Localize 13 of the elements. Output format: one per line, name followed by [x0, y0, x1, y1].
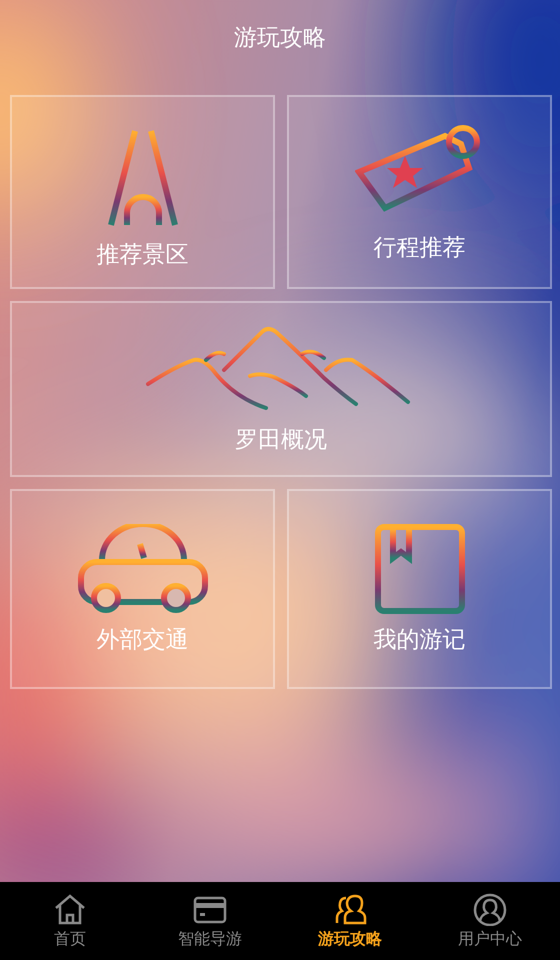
menu-tile[interactable]: 推荐景区	[10, 95, 275, 289]
tab[interactable]: 智能导游	[140, 882, 280, 960]
tab[interactable]: 游玩攻略	[280, 882, 420, 960]
people-icon	[333, 892, 367, 926]
page-title: 游玩攻略	[234, 24, 326, 53]
user-icon	[473, 892, 507, 926]
menu-tile[interactable]: 行程推荐	[287, 95, 552, 289]
tab[interactable]: 首页	[0, 882, 140, 960]
menu-tile[interactable]: 我的游记	[287, 489, 552, 689]
home-icon	[53, 892, 87, 926]
book-icon	[374, 524, 464, 614]
tab[interactable]: 用户中心	[420, 882, 560, 960]
car-icon	[78, 524, 208, 614]
